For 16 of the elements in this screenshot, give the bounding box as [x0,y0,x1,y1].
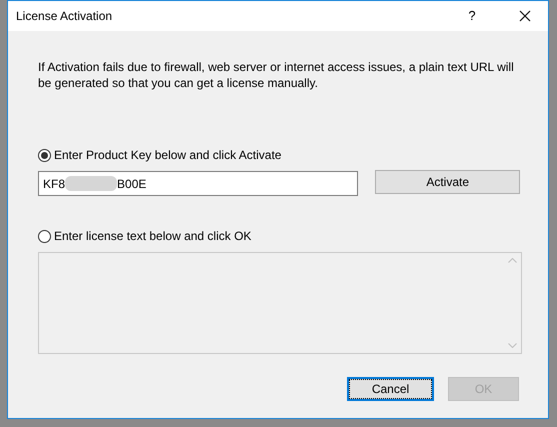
window-title: License Activation [16,8,112,25]
close-button[interactable] [518,9,532,23]
key-text: B00E [117,176,146,192]
radio-button[interactable] [38,148,51,162]
scroll-up-icon [508,258,517,263]
product-key-field[interactable]: KF8 B00E [38,171,358,196]
help-button[interactable]: ? [462,6,482,26]
activate-button[interactable]: Activate [375,170,520,194]
description-text: If Activation fails due to firewall, web server or internet access issues, a plain text URL will be generated so that you can get a license manually. [38,59,515,91]
scroll-down-icon [508,343,517,348]
radio-label: Enter license text below and click OK [54,228,252,245]
dialog-button[interactable]: Cancel [347,377,434,401]
key-text: KF8 [43,176,66,192]
radio-label: Enter Product Key below and click Activate [54,147,282,164]
radio-button[interactable] [38,230,51,242]
close-icon [519,10,531,22]
